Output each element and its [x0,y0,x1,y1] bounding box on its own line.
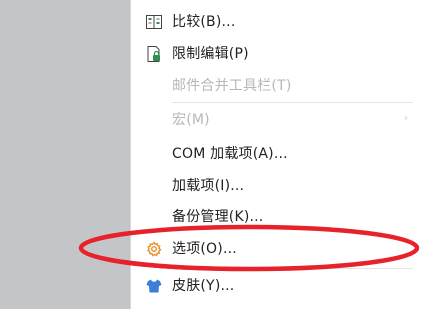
menu-item-restrict-editing[interactable]: 限制编辑(P) [131,38,421,70]
menu-item-addins[interactable]: 加载项(I)... [131,170,421,202]
menu-item-macro: 宏(M) › [131,104,421,136]
menu-item-label: COM 加载项(A)... [172,146,288,162]
menu-separator [172,268,413,269]
screenshot-stage: 比较(B)... 限制编辑(P) 邮件合并工具栏(T) 宏(M) › COM 加… [0,0,421,309]
menu-item-skin[interactable]: 皮肤(Y)... [131,270,421,302]
menu-item-compare[interactable]: 比较(B)... [131,6,421,38]
menu-item-com-addins[interactable]: COM 加载项(A)... [131,138,421,170]
tools-dropdown-menu: 比较(B)... 限制编辑(P) 邮件合并工具栏(T) 宏(M) › COM 加… [130,0,421,309]
menu-item-label: 加载项(I)... [172,178,245,194]
menu-item-options[interactable]: 选项(O)... [131,233,421,265]
compare-icon [145,13,163,31]
menu-item-label: 比较(B)... [172,14,236,30]
menu-item-backup-management[interactable]: 备份管理(K)... [131,201,421,233]
menu-item-label: 备份管理(K)... [172,209,264,225]
menu-item-label: 限制编辑(P) [172,46,249,62]
menu-item-label: 宏(M) [172,112,210,128]
menu-item-label: 皮肤(Y)... [172,278,235,294]
menu-item-label: 选项(O)... [172,241,237,257]
skin-shirt-icon [145,277,163,295]
restrict-editing-lock-icon [145,45,163,63]
menu-item-label: 邮件合并工具栏(T) [172,78,292,94]
options-gear-icon [145,240,163,258]
menu-separator [172,102,413,103]
submenu-arrow-icon: › [404,113,408,124]
menu-item-mail-merge-toolbar: 邮件合并工具栏(T) [131,70,421,102]
